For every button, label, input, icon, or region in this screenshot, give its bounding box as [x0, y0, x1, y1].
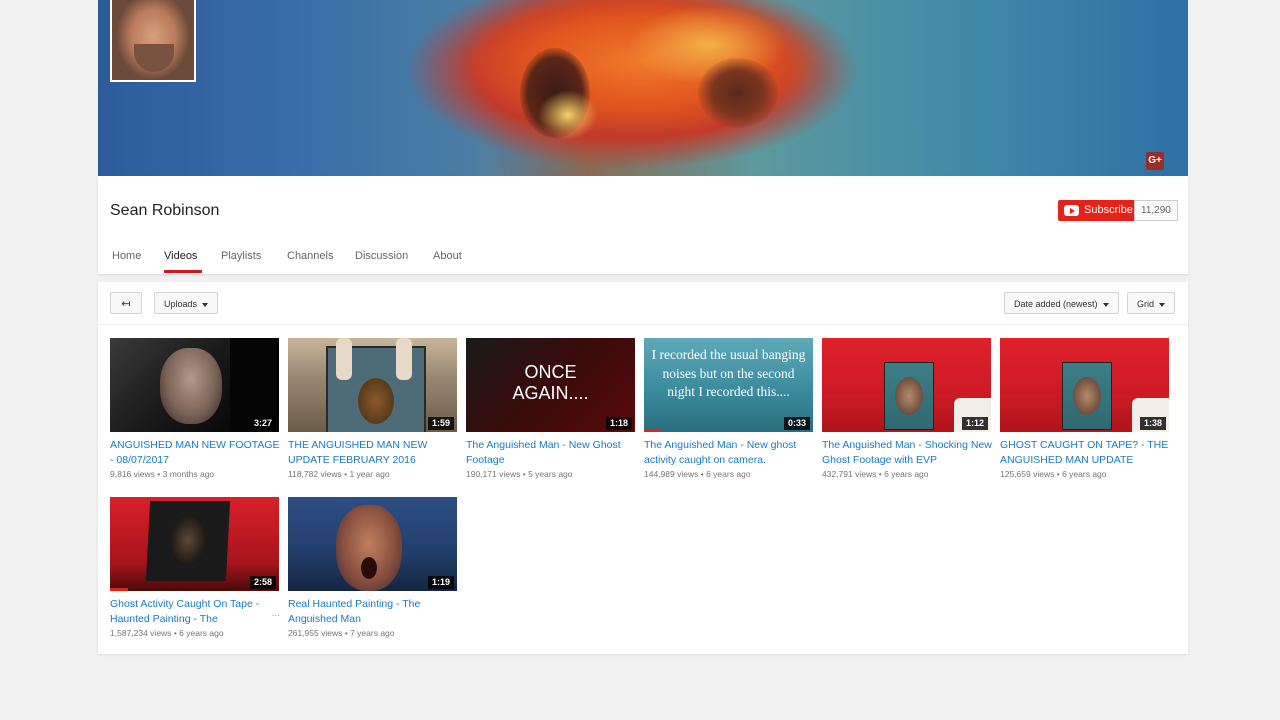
google-plus-icon[interactable]: G+ [1146, 152, 1164, 170]
video-meta: 261,955 views • 7 years ago [288, 628, 395, 638]
view-label: Grid [1137, 299, 1155, 309]
chevron-down-icon [1102, 302, 1109, 307]
thumbnail-text: I recorded the usual banging noises but … [651, 347, 806, 399]
video-thumbnail[interactable]: 1:38 [1000, 338, 1169, 432]
video-title[interactable]: Ghost Activity Caught On Tape - Haunted … [110, 597, 280, 626]
channel-banner: G+ [98, 0, 1188, 176]
video-title[interactable]: The Anguished Man - New ghost activity c… [644, 438, 814, 467]
back-button[interactable]: ↤ [110, 292, 142, 314]
videos-section: ↤ Uploads Date added (newest) Grid 3:27 … [98, 282, 1188, 654]
video-card[interactable]: 2:58 Ghost Activity Caught On Tape - Hau… [110, 497, 280, 640]
video-meta: 144,989 views • 6 years ago [644, 469, 751, 479]
video-card[interactable]: 3:27 ANGUISHED MAN NEW FOOTAGE - 08/07/2… [110, 338, 280, 481]
video-duration: 1:18 [605, 417, 632, 430]
thumbnail-text: ONCE AGAIN.... [512, 362, 589, 403]
tab-channels[interactable]: Channels [287, 250, 333, 262]
video-meta: 432,791 views • 6 years ago [822, 469, 929, 479]
video-duration: 1:59 [427, 417, 454, 430]
sort-dropdown[interactable]: Date added (newest) [1004, 292, 1119, 314]
video-duration: 0:33 [783, 417, 810, 430]
video-title[interactable]: Real Haunted Painting - The Anguished Ma… [288, 597, 458, 626]
video-thumbnail[interactable]: 2:58 [110, 497, 279, 591]
watch-progress-bar [110, 588, 128, 591]
video-meta: 1,587,234 views • 6 years ago [110, 628, 224, 638]
subscriber-count: 11,290 [1134, 200, 1178, 221]
video-title[interactable]: ANGUISHED MAN NEW FOOTAGE - 08/07/2017 [110, 438, 280, 467]
video-card[interactable]: ONCE AGAIN.... 1:18 The Anguished Man - … [466, 338, 636, 481]
chevron-down-icon [1159, 302, 1166, 307]
youtube-logo-icon [1064, 205, 1079, 216]
video-meta: 118,782 views • 1 year ago [288, 469, 390, 479]
channel-header: Sean Robinson Subscribe 11,290 Home Vide… [98, 176, 1188, 334]
subscribe-button[interactable]: Subscribe [1058, 200, 1141, 221]
tab-playlists[interactable]: Playlists [221, 250, 261, 262]
tab-home[interactable]: Home [112, 250, 141, 262]
video-title[interactable]: GHOST CAUGHT ON TAPE? - THE ANGUISHED MA… [1000, 438, 1170, 467]
chevron-down-icon [202, 302, 209, 307]
video-thumbnail[interactable]: 1:12 [822, 338, 991, 432]
video-title[interactable]: The Anguished Man - Shocking New Ghost F… [822, 438, 992, 467]
video-duration: 2:58 [249, 576, 276, 589]
uploads-label: Uploads [164, 299, 198, 309]
watch-progress-bar [644, 429, 662, 432]
video-thumbnail[interactable]: 1:19 [288, 497, 457, 591]
video-duration: 1:19 [427, 576, 454, 589]
video-title[interactable]: The Anguished Man - New Ghost Footage [466, 438, 636, 467]
uploads-dropdown[interactable]: Uploads [154, 292, 219, 314]
video-meta: 190,171 views • 5 years ago [466, 469, 573, 479]
sort-label: Date added (newest) [1014, 299, 1098, 309]
video-thumbnail[interactable]: 1:59 [288, 338, 457, 432]
tab-discussion[interactable]: Discussion [355, 250, 408, 262]
video-meta: 125,659 views • 6 years ago [1000, 469, 1107, 479]
video-card[interactable]: I recorded the usual banging noises but … [644, 338, 814, 481]
active-tab-indicator [164, 270, 202, 273]
tab-about[interactable]: About [433, 250, 462, 262]
video-thumbnail[interactable]: 3:27 [110, 338, 279, 432]
tab-videos[interactable]: Videos [164, 250, 197, 262]
channel-title[interactable]: Sean Robinson [110, 202, 219, 220]
video-title[interactable]: THE ANGUISHED MAN NEW UPDATE FEBRUARY 20… [288, 438, 458, 467]
video-card[interactable]: 1:59 THE ANGUISHED MAN NEW UPDATE FEBRUA… [288, 338, 458, 481]
video-card[interactable]: 1:38 GHOST CAUGHT ON TAPE? - THE ANGUISH… [1000, 338, 1170, 481]
video-duration: 1:12 [961, 417, 988, 430]
video-duration: 3:27 [249, 417, 276, 430]
video-card[interactable]: 1:12 The Anguished Man - Shocking New Gh… [822, 338, 992, 481]
video-thumbnail[interactable]: ONCE AGAIN.... 1:18 [466, 338, 635, 432]
channel-avatar[interactable] [110, 0, 196, 82]
video-duration: 1:38 [1139, 417, 1166, 430]
more-icon[interactable]: ... [272, 608, 280, 619]
video-meta: 9,816 views • 3 months ago [110, 469, 215, 479]
subscribe-label: Subscribe [1084, 204, 1133, 216]
view-dropdown[interactable]: Grid [1127, 292, 1176, 314]
video-card[interactable]: 1:19 Real Haunted Painting - The Anguish… [288, 497, 458, 640]
video-thumbnail[interactable]: I recorded the usual banging noises but … [644, 338, 813, 432]
